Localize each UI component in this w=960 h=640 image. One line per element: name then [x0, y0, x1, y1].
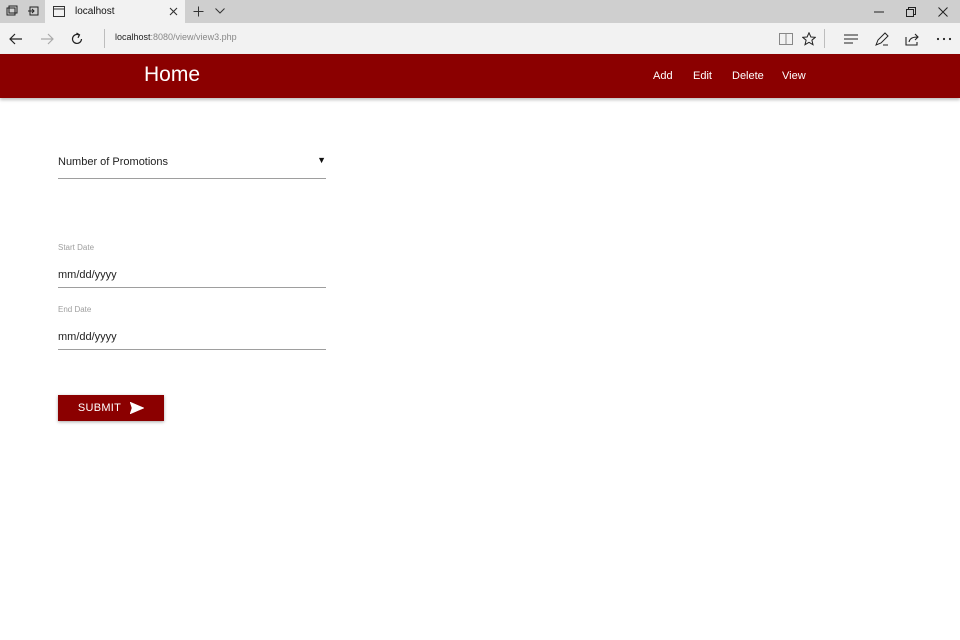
- start-date-input[interactable]: [58, 269, 326, 281]
- forward-icon[interactable]: [37, 29, 57, 49]
- url-host: localhost: [115, 32, 151, 42]
- close-tab-icon[interactable]: [166, 5, 180, 19]
- web-note-pen-icon[interactable]: [872, 29, 892, 49]
- caret-down-icon: ▼: [317, 155, 326, 165]
- nav-delete[interactable]: Delete: [732, 70, 764, 82]
- new-tab-icon[interactable]: [190, 3, 206, 19]
- url-path: :8080/view/view3.php: [150, 32, 237, 42]
- refresh-icon[interactable]: [67, 29, 87, 49]
- favorite-star-icon[interactable]: [799, 29, 819, 49]
- set-tabs-aside-icon[interactable]: [25, 3, 41, 19]
- brand-home-link[interactable]: Home: [144, 63, 200, 87]
- share-icon[interactable]: [902, 29, 922, 49]
- more-icon[interactable]: [934, 29, 954, 49]
- nav-edit[interactable]: Edit: [693, 70, 712, 82]
- tab-title: localhost: [75, 6, 115, 17]
- end-date-input[interactable]: [58, 331, 326, 343]
- toolbar-divider: [824, 29, 825, 48]
- browser-tab-bar: localhost: [0, 0, 960, 23]
- start-date-label: Start Date: [58, 243, 95, 252]
- page-icon: [53, 6, 65, 18]
- chevron-down-icon[interactable]: [212, 3, 228, 19]
- nav-add[interactable]: Add: [653, 70, 673, 82]
- minimize-icon[interactable]: [863, 0, 895, 23]
- send-icon: [130, 402, 145, 414]
- toolbar-divider: [104, 29, 105, 48]
- browser-tab[interactable]: localhost: [45, 0, 185, 23]
- report-type-select[interactable]: Number of Promotions ▼: [58, 150, 326, 179]
- address-bar[interactable]: localhost:8080/view/view3.php: [115, 32, 237, 42]
- back-icon[interactable]: [6, 29, 26, 49]
- hub-icon[interactable]: [841, 29, 861, 49]
- close-window-icon[interactable]: [927, 0, 959, 23]
- restore-icon[interactable]: [895, 0, 927, 23]
- browser-toolbar: localhost:8080/view/view3.php: [0, 23, 960, 54]
- app-header: Home Add Edit Delete View: [0, 54, 960, 98]
- tab-preview-icon[interactable]: [4, 3, 20, 19]
- end-date-label: End Date: [58, 305, 92, 314]
- select-value: Number of Promotions: [58, 156, 169, 168]
- reading-view-icon[interactable]: [776, 29, 796, 49]
- start-date-field: [58, 265, 326, 288]
- nav-view[interactable]: View: [782, 70, 806, 82]
- submit-label: SUBMIT: [77, 402, 122, 414]
- submit-button[interactable]: SUBMIT: [58, 395, 164, 421]
- end-date-field: [58, 327, 326, 350]
